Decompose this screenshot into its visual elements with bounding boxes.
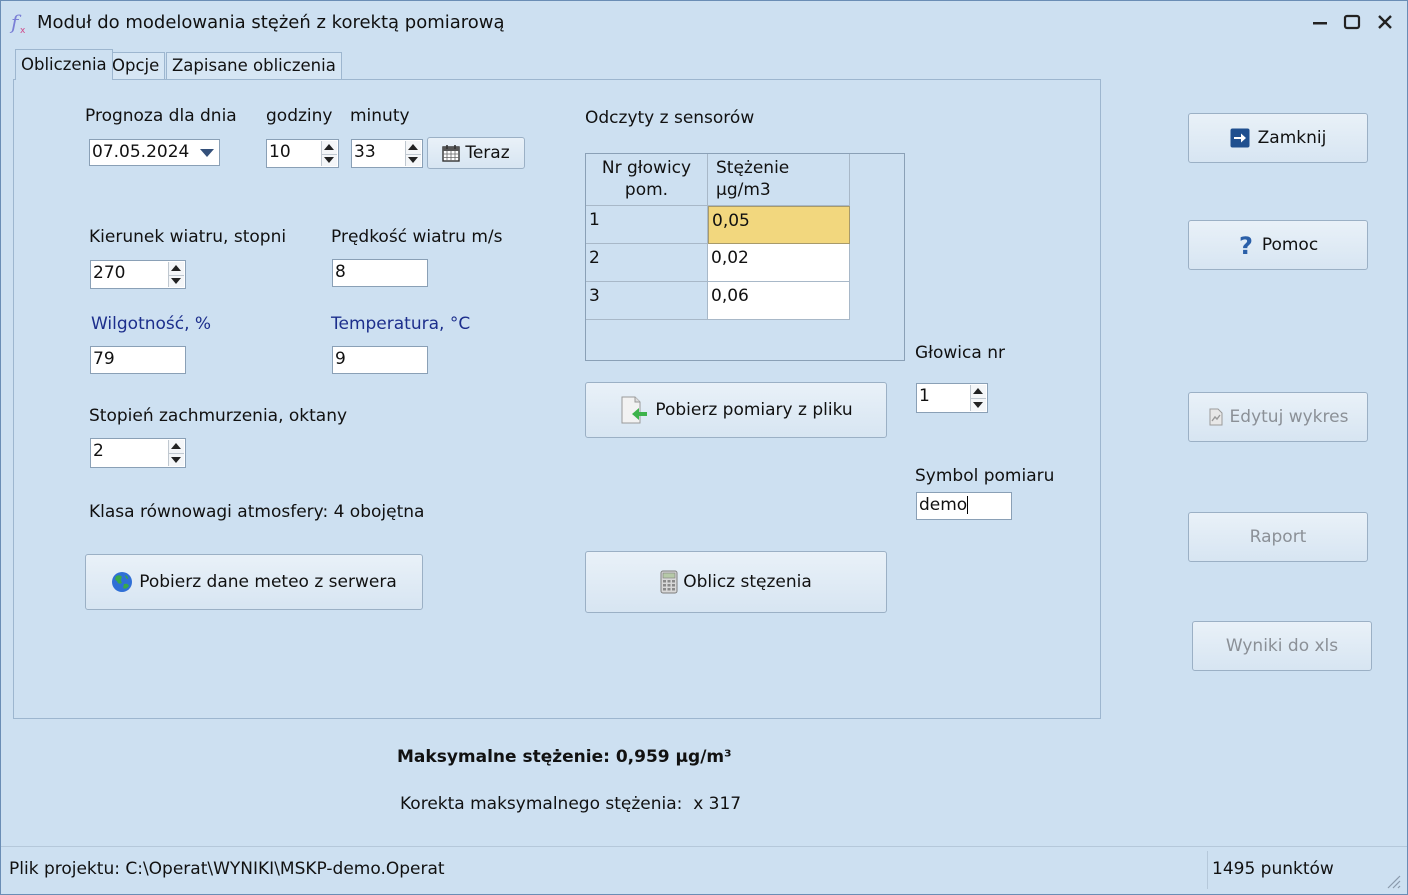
report-button[interactable]: Raport (1188, 512, 1368, 562)
wind-speed-value: 8 (335, 262, 346, 282)
tab-label: Opcje (112, 56, 160, 75)
maximize-button[interactable] (1337, 9, 1367, 35)
spinner-arrows-icon[interactable] (321, 141, 337, 166)
project-file-path: Plik projektu: C:\Operat\WYNIKI\MSKP-dem… (9, 859, 445, 879)
now-button[interactable]: Teraz (427, 137, 525, 169)
column-header-head-no[interactable]: Nr głowicy pom. (586, 154, 708, 206)
spinner-arrows-icon[interactable] (970, 385, 986, 411)
calculator-icon (660, 570, 678, 594)
sensors-title: Odczyty z sensorów (585, 108, 755, 128)
table-row-head: 3 (586, 282, 708, 320)
export-xls-button[interactable]: Wyniki do xls (1192, 621, 1372, 671)
globe-icon (112, 572, 133, 592)
minimize-button[interactable] (1305, 9, 1335, 35)
fetch-meteo-label: Pobierz dane meteo z serwera (139, 572, 397, 592)
fetch-meteo-button[interactable]: Pobierz dane meteo z serwera (85, 554, 423, 610)
question-icon: ? (1239, 233, 1253, 257)
tab-zapisane-obliczenia[interactable]: Zapisane obliczenia (166, 52, 342, 79)
fetch-file-label: Pobierz pomiary z pliku (655, 400, 853, 420)
head-number-label: Głowica nr (915, 343, 1005, 363)
table-cell-concentration[interactable]: 0,05 (708, 206, 850, 244)
correction-text: Korekta maksymalnego stężenia: x 317 (400, 794, 742, 814)
status-bar: Plik projektu: C:\Operat\WYNIKI\MSKP-dem… (1, 846, 1407, 894)
fetch-file-button[interactable]: Pobierz pomiary z pliku (585, 382, 887, 438)
tab-label: Zapisane obliczenia (172, 56, 336, 75)
wind-direction-spinner[interactable]: 270 (90, 260, 186, 289)
wind-direction-label: Kierunek wiatru, stopni (89, 227, 287, 247)
humidity-field[interactable]: 79 (90, 346, 186, 374)
chevron-down-icon[interactable] (199, 148, 215, 158)
humidity-value: 79 (93, 349, 115, 369)
measurement-symbol-label: Symbol pomiaru (915, 466, 1055, 486)
measurement-symbol-field[interactable]: demo (916, 492, 1012, 520)
close-button-label: Zamknij (1257, 128, 1327, 148)
column-header-concentration[interactable]: Stężenie µg/m3 (708, 154, 850, 206)
table-row-head: 2 (586, 244, 708, 282)
cloud-cover-label: Stopień zachmurzenia, oktany (89, 406, 348, 426)
resize-grip-icon[interactable] (1385, 873, 1401, 889)
temperature-label: Temperatura, °C (331, 314, 471, 334)
spinner-arrows-icon[interactable] (405, 141, 421, 166)
help-button-label: Pomoc (1261, 235, 1319, 255)
minutes-label: minuty (350, 106, 410, 126)
window-title: Moduł do modelowania stężeń z korektą po… (37, 12, 505, 33)
edit-chart-icon (1209, 408, 1223, 426)
minutes-spinner[interactable]: 33 (351, 139, 423, 168)
humidity-label: Wilgotność, % (91, 314, 212, 334)
cloud-cover-spinner[interactable]: 2 (90, 438, 186, 468)
head-number-value: 1 (919, 386, 930, 406)
cloud-cover-value: 2 (93, 441, 104, 461)
points-count: 1495 punktów (1212, 859, 1334, 879)
table-row-head: 1 (586, 206, 708, 244)
text-cursor (967, 496, 969, 514)
close-window-button[interactable] (1370, 9, 1400, 35)
main-window: f x Moduł do modelowania stężeń z korekt… (0, 0, 1408, 895)
wind-direction-value: 270 (93, 263, 126, 283)
wind-speed-label: Prędkość wiatru m/s (331, 227, 503, 247)
forecast-date-picker[interactable]: 07.05.2024 (89, 139, 220, 166)
tab-opcje[interactable]: Opcje (106, 52, 166, 79)
calendar-icon (442, 145, 461, 162)
edit-chart-button[interactable]: Edytuj wykres (1188, 392, 1368, 442)
svg-text:?: ? (1239, 233, 1253, 257)
file-import-icon (621, 396, 648, 424)
export-xls-label: Wyniki do xls (1225, 636, 1339, 656)
report-label: Raport (1249, 527, 1307, 547)
close-button[interactable]: Zamknij (1188, 113, 1368, 163)
measurement-symbol-value: demo (919, 495, 968, 515)
title-bar: f x Moduł do modelowania stężeń z korekt… (1, 1, 1407, 43)
table-cell-concentration[interactable]: 0,06 (708, 282, 850, 320)
temperature-field[interactable]: 9 (332, 346, 428, 374)
hours-value: 10 (269, 142, 291, 162)
maximize-icon (1343, 14, 1361, 30)
head-number-spinner[interactable]: 1 (916, 383, 988, 413)
compute-label: Oblicz stęzenia (683, 572, 812, 592)
spinner-arrows-icon[interactable] (168, 440, 184, 466)
forecast-date-label: Prognoza dla dnia (85, 106, 237, 126)
tab-label: Obliczenia (21, 55, 107, 74)
compute-button[interactable]: Oblicz stęzenia (585, 551, 887, 613)
minimize-icon (1313, 22, 1327, 25)
hours-spinner[interactable]: 10 (266, 139, 339, 168)
table-cell-concentration[interactable]: 0,02 (708, 244, 850, 282)
max-concentration-text: Maksymalne stężenie: 0,959 µg/m³ (397, 747, 732, 767)
hours-label: godziny (266, 106, 333, 126)
sensor-readings-grid[interactable]: Nr głowicy pom. Stężenie µg/m3 1 0,05 2 … (585, 153, 905, 361)
minutes-value: 33 (354, 142, 376, 162)
spinner-arrows-icon[interactable] (168, 262, 184, 287)
edit-chart-label: Edytuj wykres (1229, 407, 1349, 427)
svg-text:x: x (20, 26, 26, 35)
exit-arrow-icon (1230, 128, 1250, 148)
forecast-date-value: 07.05.2024 (92, 142, 190, 162)
app-icon: f x (9, 10, 26, 35)
now-button-label: Teraz (465, 143, 510, 163)
temperature-value: 9 (335, 349, 346, 369)
stability-class-text: Klasa równowagi atmosfery: 4 obojętna (89, 502, 425, 522)
help-button[interactable]: ? Pomoc (1188, 220, 1368, 270)
tab-obliczenia[interactable]: Obliczenia (15, 49, 113, 80)
status-divider (1207, 851, 1208, 889)
wind-speed-field[interactable]: 8 (332, 259, 428, 287)
close-icon (1378, 15, 1392, 29)
